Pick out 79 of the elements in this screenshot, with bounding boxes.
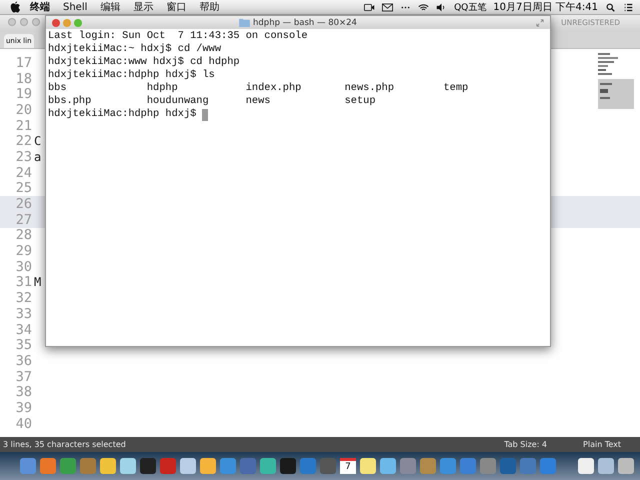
input-method[interactable]: QQ五笔 bbox=[454, 0, 486, 14]
line-number: 31 bbox=[14, 274, 32, 290]
close-button[interactable] bbox=[8, 18, 16, 26]
terminal-line: Last login: Sun Oct 7 11:43:35 on console bbox=[48, 30, 308, 43]
terminal-line: hdxjtekiiMac:~ hdxj$ cd /www bbox=[48, 43, 222, 56]
apple-icon[interactable] bbox=[10, 1, 20, 13]
menu-item[interactable]: Shell bbox=[63, 2, 88, 12]
window-title: hdphp — bash — 80×24 bbox=[253, 18, 357, 28]
line-number: 22 bbox=[14, 133, 32, 150]
app-icon[interactable] bbox=[120, 458, 136, 474]
menu-item[interactable]: 终端 bbox=[30, 0, 50, 14]
line-number: 34 bbox=[14, 322, 32, 338]
tab-size-setting[interactable]: Tab Size: 4 bbox=[504, 440, 548, 449]
line-number: 33 bbox=[14, 306, 32, 322]
line-number: 40 bbox=[14, 416, 32, 432]
app-icon[interactable] bbox=[220, 458, 236, 474]
app-icon[interactable] bbox=[80, 458, 96, 474]
line-number: 37 bbox=[14, 368, 32, 385]
minimize-button[interactable] bbox=[20, 18, 28, 26]
minimize-button[interactable] bbox=[63, 18, 71, 26]
app-icon[interactable] bbox=[380, 458, 396, 474]
terminal-line: bbs.php houdunwang news setup bbox=[48, 95, 376, 108]
camera-icon[interactable] bbox=[364, 2, 376, 12]
selection-status: 3 lines, 35 characters selected bbox=[3, 440, 126, 449]
app-icon[interactable] bbox=[400, 458, 416, 474]
line-number: 24 bbox=[14, 164, 32, 181]
app-icon[interactable] bbox=[480, 458, 496, 474]
app-icon[interactable] bbox=[100, 458, 116, 474]
app-icon[interactable] bbox=[520, 458, 536, 474]
terminal-line: bbs hdphp index.php news.php temp bbox=[48, 82, 468, 95]
app-icon[interactable] bbox=[200, 458, 216, 474]
line-number: 17 bbox=[14, 54, 32, 71]
code-text: a bbox=[34, 150, 42, 164]
app-icon[interactable] bbox=[320, 458, 336, 474]
close-button[interactable] bbox=[52, 18, 60, 26]
line-number: 18 bbox=[14, 70, 32, 87]
app-icon[interactable] bbox=[420, 458, 436, 474]
app-icon[interactable] bbox=[260, 458, 276, 474]
line-number: 38 bbox=[14, 384, 32, 400]
line-number: 28 bbox=[14, 227, 32, 244]
line-number: 35 bbox=[14, 337, 32, 354]
app-icon[interactable] bbox=[540, 458, 556, 474]
zoom-button[interactable] bbox=[74, 18, 82, 26]
menu-item[interactable]: 显示 bbox=[133, 0, 154, 14]
line-number: 29 bbox=[14, 243, 32, 260]
app-icon[interactable] bbox=[180, 458, 196, 474]
terminal-line: hdxjtekiiMac:hdphp hdxj$ bbox=[48, 108, 198, 121]
app-icon[interactable] bbox=[240, 458, 256, 474]
wifi-icon[interactable] bbox=[418, 2, 430, 12]
fullscreen-icon[interactable] bbox=[536, 18, 544, 26]
code-text: M bbox=[34, 275, 42, 290]
app-icon[interactable] bbox=[300, 458, 316, 474]
line-number: 25 bbox=[14, 180, 32, 196]
line-number: 36 bbox=[14, 352, 32, 369]
line-number: 39 bbox=[14, 400, 32, 416]
mail-icon[interactable] bbox=[382, 2, 394, 12]
app-icon[interactable] bbox=[160, 458, 176, 474]
line-number: 21 bbox=[14, 118, 32, 134]
search-icon[interactable] bbox=[605, 2, 616, 12]
line-number: 26 bbox=[14, 196, 32, 212]
line-number: 23 bbox=[14, 148, 32, 165]
calendar-icon[interactable]: 7 bbox=[340, 458, 356, 474]
line-number: 20 bbox=[14, 102, 32, 118]
terminal-line: hdxjtekiiMac:www hdxj$ cd hdphp bbox=[48, 56, 240, 69]
list-icon[interactable] bbox=[623, 2, 634, 12]
line-number: 32 bbox=[14, 290, 32, 306]
zoom-button[interactable] bbox=[32, 18, 40, 26]
menu-item[interactable]: 编辑 bbox=[100, 0, 120, 14]
line-number: 30 bbox=[14, 258, 32, 275]
app-icon[interactable] bbox=[440, 458, 456, 474]
clock[interactable]: 10月7日周日 下午4:41 bbox=[493, 0, 598, 14]
app-icon[interactable] bbox=[460, 458, 476, 474]
terminal-line: hdxjtekiiMac:hdphp hdxj$ ls bbox=[48, 69, 215, 82]
menu-item[interactable]: 帮助 bbox=[199, 0, 220, 14]
line-number: 19 bbox=[14, 86, 32, 102]
line-number: 27 bbox=[14, 212, 32, 228]
code-text: C bbox=[34, 134, 42, 148]
menu-item[interactable]: 窗口 bbox=[166, 0, 186, 14]
syntax-setting[interactable]: Plain Text bbox=[583, 440, 621, 449]
